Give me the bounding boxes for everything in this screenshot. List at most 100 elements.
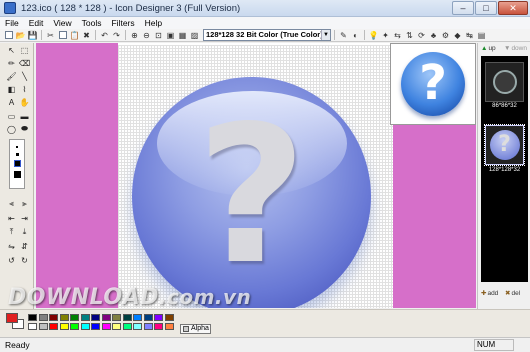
color-swatch[interactable] — [122, 314, 132, 321]
color-swatch[interactable] — [143, 323, 153, 330]
align-left-icon[interactable]: ⫷ — [6, 199, 17, 209]
color-swatch[interactable] — [101, 314, 111, 321]
menu-view[interactable]: View — [48, 18, 76, 28]
fill-icon[interactable]: ▤ — [476, 30, 487, 41]
primary-color[interactable] — [6, 313, 18, 323]
open-icon[interactable]: 📂 — [15, 30, 26, 41]
line-tool-icon[interactable]: ╲ — [19, 71, 30, 81]
color-swatch[interactable] — [38, 314, 48, 321]
close-button[interactable]: ✕ — [498, 1, 528, 15]
align-right-icon[interactable]: ⫸ — [19, 199, 30, 209]
color-swatch[interactable] — [112, 314, 121, 321]
color-swatch[interactable] — [133, 314, 142, 321]
color-swatch[interactable] — [49, 314, 58, 321]
zoom-in-icon[interactable]: ⊕ — [129, 30, 140, 41]
filled-rectangle-tool-icon[interactable]: ▬ — [19, 111, 30, 121]
color-swatch[interactable] — [164, 323, 174, 330]
tool-a-icon[interactable]: ✎ — [338, 30, 349, 41]
menu-filters[interactable]: Filters — [106, 18, 139, 28]
rect-select-tool-icon[interactable]: ⬚ — [19, 45, 30, 55]
color-swatch[interactable] — [143, 314, 153, 321]
delete-format-button[interactable]: ✖ del — [505, 289, 520, 298]
shift-up-icon[interactable]: ⤒ — [6, 227, 17, 237]
add-format-button[interactable]: ✚ add — [481, 289, 498, 298]
bulb-icon[interactable]: 💡 — [368, 30, 379, 41]
shift-down-icon[interactable]: ⤓ — [19, 227, 30, 237]
new-icon[interactable] — [3, 30, 14, 41]
move-down-button[interactable]: ▼ down — [504, 45, 527, 52]
flip-icon[interactable]: ⇵ — [19, 241, 30, 251]
color-icon[interactable]: ◆ — [452, 30, 463, 41]
gear-icon[interactable]: ⚙ — [440, 30, 451, 41]
format-select[interactable]: 128*128 32 Bit Color (True Color) ▼ — [203, 29, 331, 41]
shift-icon[interactable]: ↹ — [464, 30, 475, 41]
maximize-button[interactable]: □ — [475, 1, 497, 15]
eraser-tool-icon[interactable]: ⌫ — [19, 58, 30, 68]
brush-size-box[interactable] — [9, 139, 25, 189]
color-swatch[interactable] — [59, 314, 69, 321]
alpha-button[interactable]: Alpha — [180, 324, 211, 334]
rectangle-tool-icon[interactable]: ▭ — [6, 111, 17, 121]
tree-icon[interactable]: ♣ — [428, 30, 439, 41]
color-swatch[interactable] — [70, 323, 79, 330]
rotate-right-icon[interactable]: ↻ — [19, 255, 30, 265]
color-swatch[interactable] — [122, 323, 132, 330]
menu-edit[interactable]: Edit — [24, 18, 49, 28]
tool-b-icon[interactable]: ◐ — [350, 30, 361, 41]
question-orb: ? — [132, 77, 371, 308]
select-tool-icon[interactable]: ↖ — [6, 45, 17, 55]
zoom-out-icon[interactable]: ⊖ — [141, 30, 152, 41]
color-swatch[interactable] — [91, 314, 100, 321]
color-swatch[interactable] — [164, 314, 174, 321]
grid-icon[interactable]: ▦ — [177, 30, 188, 41]
filled-ellipse-tool-icon[interactable]: ⬬ — [19, 124, 30, 134]
delete-icon[interactable]: ✖ — [81, 30, 92, 41]
color-swatch[interactable] — [91, 323, 100, 330]
ellipse-tool-icon[interactable]: ◯ — [6, 124, 17, 134]
chevron-down-icon[interactable]: ▼ — [321, 30, 330, 40]
flip-v-icon[interactable]: ⇅ — [404, 30, 415, 41]
picker-tool-icon[interactable]: ⌇ — [19, 84, 30, 94]
rotate-icon[interactable]: ⟳ — [416, 30, 427, 41]
color-swatch[interactable] — [154, 323, 163, 330]
color-swatch[interactable] — [101, 323, 111, 330]
copy-icon[interactable] — [57, 30, 68, 41]
pencil-tool-icon[interactable]: ✏ — [6, 58, 17, 68]
shift-left-icon[interactable]: ⇤ — [6, 213, 17, 223]
color-swatch[interactable] — [80, 323, 90, 330]
color-swatch[interactable] — [80, 314, 90, 321]
menu-file[interactable]: File — [0, 18, 24, 28]
list-item[interactable] — [485, 62, 524, 102]
fit-icon[interactable]: ⊡ — [153, 30, 164, 41]
list-item-selected[interactable]: ? — [484, 124, 525, 166]
flip-h-icon[interactable]: ⇆ — [392, 30, 403, 41]
brush-tool-icon[interactable]: 🖌 — [6, 71, 17, 81]
color-swatch[interactable] — [49, 323, 58, 330]
save-icon[interactable]: 💾 — [27, 30, 38, 41]
rotate-left-icon[interactable]: ↺ — [6, 255, 17, 265]
color-swatch[interactable] — [154, 314, 163, 321]
move-up-button[interactable]: ▲ up — [481, 45, 496, 52]
color-swatch[interactable] — [59, 323, 69, 330]
redo-icon[interactable]: ↷ — [111, 30, 122, 41]
hand-tool-icon[interactable]: ✋ — [19, 97, 30, 107]
actual-size-icon[interactable]: ▣ — [165, 30, 176, 41]
color-swatch[interactable] — [70, 314, 79, 321]
effect-icon[interactable]: ✦ — [380, 30, 391, 41]
cut-icon[interactable]: ✂ — [45, 30, 56, 41]
fill-tool-icon[interactable]: ◧ — [6, 84, 17, 94]
color-swatch[interactable] — [38, 323, 48, 330]
color-swatch[interactable] — [112, 323, 121, 330]
color-swatch[interactable] — [28, 323, 37, 330]
minimize-button[interactable]: – — [452, 1, 474, 15]
undo-icon[interactable]: ↶ — [99, 30, 110, 41]
image-icon[interactable]: ▨ — [189, 30, 200, 41]
shift-right-icon[interactable]: ⇥ — [19, 213, 30, 223]
paste-icon[interactable]: 📋 — [69, 30, 80, 41]
mirror-icon[interactable]: ⇋ — [6, 241, 17, 251]
color-swatch[interactable] — [133, 323, 142, 330]
menu-tools[interactable]: Tools — [77, 18, 107, 28]
color-swatch[interactable] — [28, 314, 37, 321]
menu-help[interactable]: Help — [140, 18, 167, 28]
text-tool-icon[interactable]: A — [6, 97, 17, 107]
